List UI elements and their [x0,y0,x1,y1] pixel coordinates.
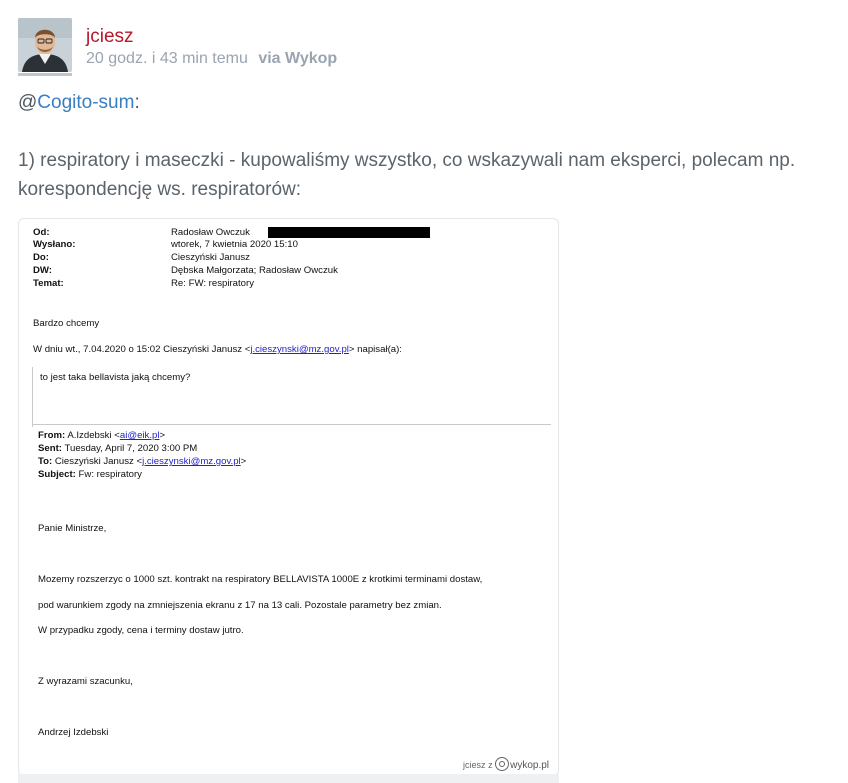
email-reply-text: Bardzo chcemy [33,318,100,329]
redaction-bar [268,227,430,238]
user-avatar [18,18,72,72]
watermark-site: wykop.pl [510,760,549,771]
email-cc-label: DW: [33,265,53,276]
forward-to: To: Cieszyński Janusz <j.cieszynski@mz.g… [38,456,246,467]
post-meta: 20 godz. i 43 min temu via Wykop [86,50,337,68]
forward-to-label: To: [38,456,53,467]
forward-subject-label: Subject: [38,469,76,480]
mention-user-link[interactable]: Cogito-sum [37,92,134,113]
email-body-line3: W przypadku zgody, cena i terminy dostaw… [38,625,244,636]
forward-subject: Subject: Fw: respiratory [38,469,142,480]
mention-line: @Cogito-sum: [18,92,140,114]
avatar[interactable] [18,18,72,72]
email-closing: Z wyrazami szacunku, [38,676,133,687]
forward-sent: Sent: Tuesday, April 7, 2020 3:00 PM [38,443,197,454]
wykop-watermark: jciesz z wykop.pl [463,757,549,771]
forward-to-email-link[interactable]: j.cieszynski@mz.gov.pl [142,456,241,467]
email-body-line1: Mozemy rozszerzyc o 1000 szt. kontrakt n… [38,574,483,585]
email-to-label: Do: [33,252,49,263]
email-from-value: Radosław Owczuk [171,227,250,238]
username-link[interactable]: jciesz [86,26,134,48]
embedded-image[interactable]: Od: Radosław Owczuk Wysłano: wtorek, 7 k… [18,218,559,776]
forward-from-name: A.Izdebski < [67,430,120,441]
quote-intro-prefix: W dniu wt., 7.04.2020 o 15:02 Cieszyński… [33,344,251,355]
email-subject-value: Re: FW: respiratory [171,278,254,289]
avatar-underline [18,73,72,76]
post-body-text: 1) respiratory i maseczki - kupowaliśmy … [18,150,796,200]
email-from-label: Od: [33,227,50,238]
mention-suffix: : [134,92,140,113]
email-body-line2: pod warunkiem zgody na zmniejszenia ekra… [38,600,442,611]
email-quoted-text: to jest taka bellavista jaką chcemy? [40,372,191,383]
forward-from-email-link[interactable]: ai@eik.pl [120,430,160,441]
post-time[interactable]: 20 godz. i 43 min temu [86,50,248,67]
email-quote-intro: W dniu wt., 7.04.2020 o 15:02 Cieszyński… [33,344,402,355]
quote-intro-suffix: > napisał(a): [348,344,402,355]
email-salutation: Panie Ministrze, [38,523,107,534]
mention-prefix: @ [18,92,38,113]
wykop-logo-icon [495,757,510,771]
forward-sent-value: Tuesday, April 7, 2020 3:00 PM [64,443,198,454]
email-sent-value: wtorek, 7 kwietnia 2020 15:10 [171,239,298,250]
watermark-user: jciesz [463,760,486,770]
email-to-value: Cieszyński Janusz [171,252,250,263]
forward-from: From: A.Izdebski <ai@eik.pl> [38,430,165,441]
email-subject-label: Temat: [33,278,64,289]
forward-to-name: Cieszyński Janusz < [54,456,143,467]
forward-subject-value: Fw: respiratory [78,469,142,480]
via-source-link[interactable]: Wykop [285,50,337,67]
quote-intro-email-link[interactable]: j.cieszynski@mz.gov.pl [250,344,349,355]
quote-bar [32,367,33,427]
forward-separator [32,424,551,425]
email-sent-label: Wysłano: [33,239,76,250]
watermark-z: z [488,760,493,770]
embed-bottom-strip [18,774,559,783]
forward-from-label: From: [38,430,66,441]
forward-sent-label: Sent: [38,443,62,454]
forward-from-close: > [159,430,166,441]
email-cc-value: Dębska Małgorzata; Radosław Owczuk [171,265,338,276]
forward-to-close: > [240,456,247,467]
via-label: via [258,50,281,67]
email-signature: Andrzej Izdebski [38,727,109,738]
